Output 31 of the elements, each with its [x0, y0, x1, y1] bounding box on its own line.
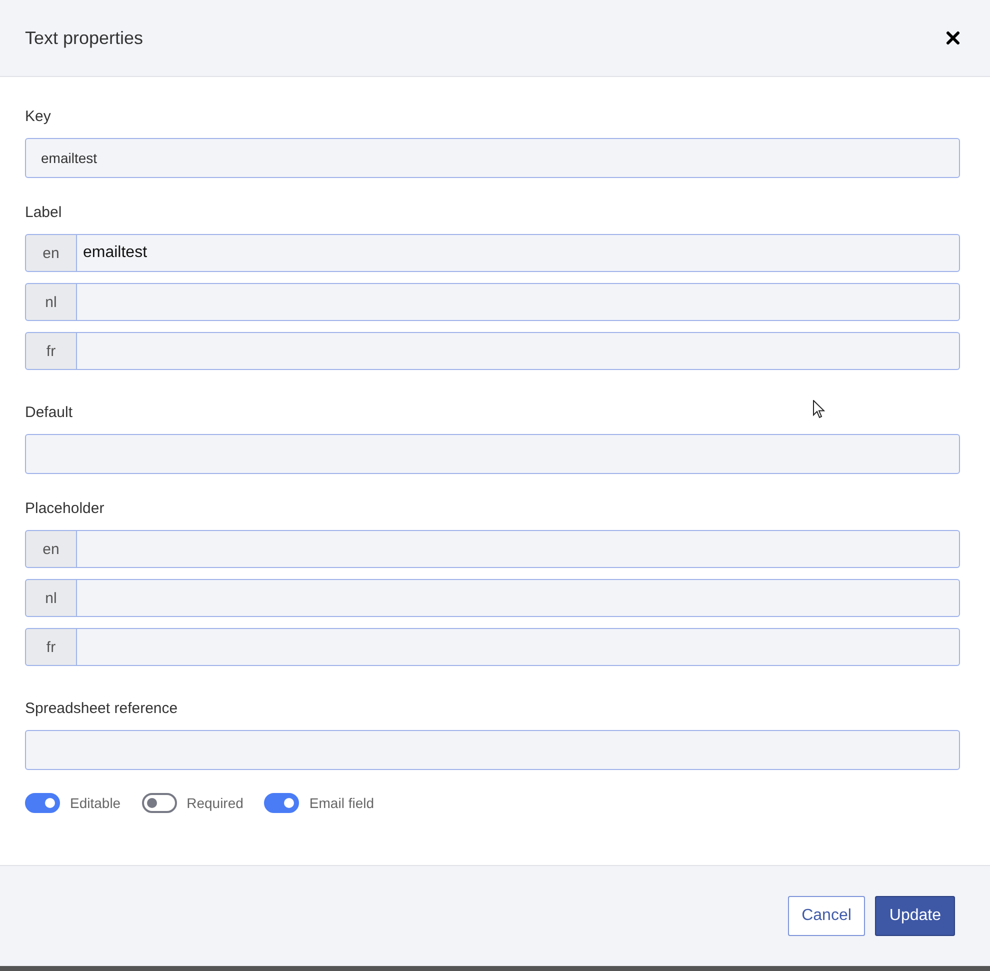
text-field[interactable]: [77, 579, 960, 617]
text-field[interactable]: [77, 530, 960, 568]
field-label: Default: [25, 403, 73, 423]
language-code: en: [25, 234, 77, 272]
toggle-switch[interactable]: [25, 793, 60, 813]
text-field[interactable]: [25, 730, 960, 770]
field-label: Key: [25, 107, 51, 127]
mouse-pointer-icon: [813, 400, 825, 419]
toggle-label: Email field: [309, 795, 374, 811]
text-field[interactable]: emailtest: [25, 138, 960, 178]
field-label: Label: [25, 203, 62, 223]
text-field[interactable]: [77, 332, 960, 370]
text-field[interactable]: [77, 283, 960, 321]
text-field[interactable]: [77, 628, 960, 666]
language-code: fr: [25, 332, 77, 370]
cancel-button[interactable]: Cancel: [788, 896, 866, 936]
dialog-title: Text properties: [25, 28, 144, 48]
language-code: nl: [25, 579, 77, 617]
text-field[interactable]: [25, 434, 960, 474]
language-code: fr: [25, 628, 77, 666]
close-icon[interactable]: [946, 31, 960, 45]
toggle-switch[interactable]: [264, 793, 300, 813]
update-button[interactable]: Update: [875, 896, 955, 936]
toggle-switch[interactable]: [142, 793, 177, 813]
language-code: nl: [25, 283, 77, 321]
field-label: Spreadsheet reference: [25, 699, 178, 719]
text-field[interactable]: emailtest: [77, 234, 960, 272]
language-code: en: [25, 530, 77, 568]
toggle-label: Required: [186, 795, 244, 811]
field-label: Placeholder: [25, 499, 104, 519]
toggle-label: Editable: [70, 795, 121, 811]
